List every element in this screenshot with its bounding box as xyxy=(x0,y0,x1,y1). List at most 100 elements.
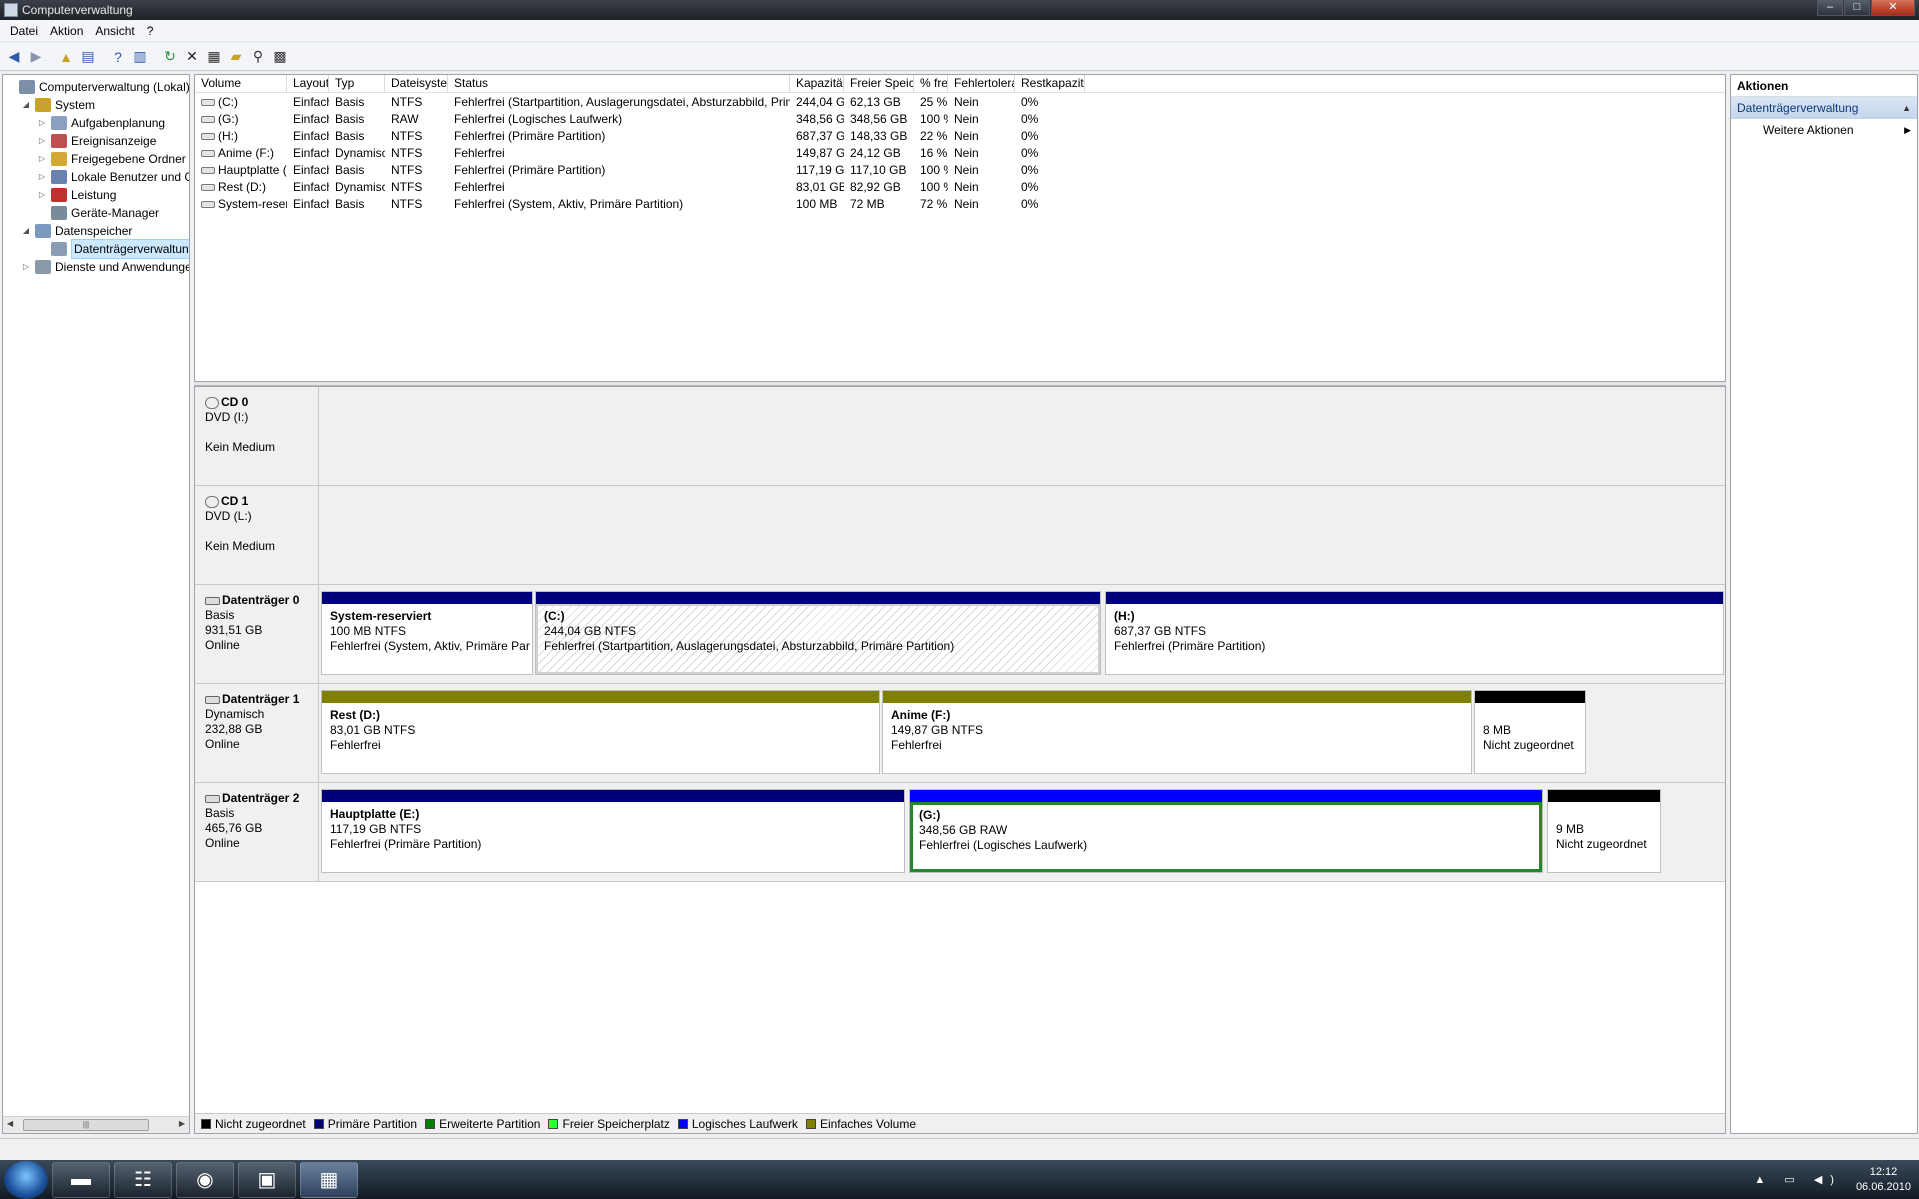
menu-aktion[interactable]: Aktion xyxy=(44,22,89,40)
tree-item[interactable]: ▷ Aufgabenplanung xyxy=(37,114,165,132)
collapsed-arrow-icon[interactable]: ▷ xyxy=(37,150,47,168)
volume-name: Anime (F:) xyxy=(218,146,275,160)
column-header[interactable]: Restkapazität xyxy=(1015,75,1085,92)
cdrom-area[interactable] xyxy=(319,387,1725,486)
hard-disk-icon xyxy=(205,596,220,605)
settings-icon[interactable]: ▩ xyxy=(270,47,290,67)
explorer-icon[interactable]: ▬ xyxy=(52,1161,110,1198)
collapsed-arrow-icon[interactable]: ▷ xyxy=(37,114,47,132)
tree-item[interactable]: ▷ Leistung xyxy=(37,186,116,204)
partition-block[interactable]: Rest (D:) 83,01 GB NTFS Fehlerfrei xyxy=(321,690,880,774)
column-header[interactable]: Kapazität xyxy=(790,75,844,92)
disk-label[interactable]: Datenträger 1 Dynamisch 232,88 GB Online xyxy=(195,684,319,783)
column-header[interactable]: Typ xyxy=(329,75,385,92)
column-header[interactable]: Volume xyxy=(195,75,287,92)
show-hide-action-pane-icon[interactable]: ▥ xyxy=(130,47,150,67)
network-icon[interactable]: ☷ xyxy=(114,1161,172,1198)
collapsed-arrow-icon[interactable]: ▷ xyxy=(21,258,31,276)
partition-block[interactable]: System-reserviert 100 MB NTFS Fehlerfrei (… xyxy=(321,591,533,675)
partition-block[interactable]: 8 MB Nicht zugeordnet xyxy=(1474,690,1586,774)
minimize-button[interactable]: – xyxy=(1817,0,1843,16)
table-row[interactable]: System-reserviert Einfach Basis NTFS Fehlerf… xyxy=(195,196,1725,213)
delete-icon[interactable]: ✕ xyxy=(182,47,202,67)
table-row[interactable]: (H:) Einfach Basis NTFS Fehlerfrei (Primäre … xyxy=(195,128,1725,145)
collapsed-arrow-icon[interactable]: ▷ xyxy=(37,132,47,150)
more-actions-item[interactable]: Weitere Aktionen ▶ xyxy=(1731,119,1917,141)
column-header[interactable]: Status xyxy=(448,75,790,92)
tree-item[interactable]: Computerverwaltung (Lokal) xyxy=(5,78,189,96)
remote-desktop-icon[interactable]: ▣ xyxy=(238,1161,296,1198)
column-header[interactable]: Dateisystem xyxy=(385,75,448,92)
partition-block[interactable]: (C:) 244,04 GB NTFS Fehlerfrei (Startparti… xyxy=(535,591,1101,675)
tree-item[interactable]: ◢ Datenspeicher xyxy=(21,222,132,240)
partition-name: System-reserviert xyxy=(330,609,432,623)
partition-block[interactable]: (G:) 348,56 GB RAW Fehlerfrei (Logisches L… xyxy=(909,789,1543,873)
show-hide-tree-icon[interactable]: ▤ xyxy=(78,47,98,67)
table-cell: Nein xyxy=(954,197,979,211)
back-icon[interactable]: ◀ xyxy=(4,47,24,67)
collapsed-arrow-icon[interactable]: ▷ xyxy=(37,186,47,204)
cdrom-area[interactable] xyxy=(319,486,1725,585)
table-cell: 100 % xyxy=(920,112,948,126)
column-header[interactable]: Freier Speicher xyxy=(844,75,914,92)
actions-section-header[interactable]: Datenträgerverwaltung ▲ xyxy=(1731,97,1917,119)
refresh-icon[interactable]: ↻ xyxy=(160,47,180,67)
expanded-arrow-icon[interactable]: ◢ xyxy=(21,96,31,114)
menu-help[interactable]: ? xyxy=(141,22,160,40)
disk-label[interactable]: Datenträger 0 Basis 931,51 GB Online xyxy=(195,585,319,684)
expanded-arrow-icon[interactable]: ◢ xyxy=(21,222,31,240)
partition-block[interactable]: Hauptplatte (E:) 117,19 GB NTFS Fehlerfrei… xyxy=(321,789,905,873)
shared-folder-icon xyxy=(51,152,67,166)
cdrom-label[interactable]: CD 0 DVD (I:) Kein Medium xyxy=(195,387,319,486)
partition-block[interactable]: 9 MB Nicht zugeordnet xyxy=(1547,789,1661,873)
actions-title: Aktionen xyxy=(1731,75,1917,97)
column-header[interactable]: Layout xyxy=(287,75,329,92)
partition-block[interactable]: Anime (F:) 149,87 GB NTFS Fehlerfrei xyxy=(882,690,1472,774)
scroll-right-icon[interactable]: ▶ xyxy=(179,1119,185,1128)
collapse-up-icon[interactable]: ▲ xyxy=(1902,97,1911,119)
partition-block[interactable]: (H:) 687,37 GB NTFS Fehlerfrei (Primäre Pa… xyxy=(1105,591,1724,675)
start-button[interactable] xyxy=(4,1160,48,1199)
table-row[interactable]: Anime (F:) Einfach Dynamisch NTFS Fehlerfrei… xyxy=(195,145,1725,162)
column-header[interactable]: Fehlertoleranz xyxy=(948,75,1015,92)
tree-item[interactable]: ▷ Lokale Benutzer und Gru xyxy=(37,168,189,186)
menu-datei[interactable]: Datei xyxy=(4,22,44,40)
open-icon[interactable]: ▰ xyxy=(226,47,246,67)
table-row[interactable]: (G:) Einfach Basis RAW Fehlerfrei (Logisches… xyxy=(195,111,1725,128)
collapsed-arrow-icon[interactable]: ▷ xyxy=(37,168,47,186)
disk-label[interactable]: Datenträger 2 Basis 465,76 GB Online xyxy=(195,783,319,882)
table-row[interactable]: Rest (D:) Einfach Dynamisch NTFS Fehlerfrei 8… xyxy=(195,179,1725,196)
menu-ansicht[interactable]: Ansicht xyxy=(89,22,140,40)
clock[interactable]: 12:12 06.06.2010 xyxy=(1856,1165,1911,1195)
scroll-left-icon[interactable]: ◀ xyxy=(7,1119,13,1128)
tree-item[interactable]: Datenträgerverwaltung xyxy=(37,239,189,259)
tray-icons[interactable]: ▲ ▭ ◀) xyxy=(1754,1173,1842,1186)
scroll-thumb[interactable]: ||| xyxy=(23,1119,149,1131)
table-row[interactable]: Hauptplatte (E:) Einfach Basis NTFS Fehlerfr… xyxy=(195,162,1725,179)
help-icon[interactable]: ? xyxy=(108,47,128,67)
table-row[interactable]: (C:) Einfach Basis NTFS Fehlerfrei (Startpar… xyxy=(195,94,1725,111)
properties-icon[interactable]: ▦ xyxy=(204,47,224,67)
tree-item[interactable]: Geräte-Manager xyxy=(37,204,159,222)
firefox-icon[interactable]: ◉ xyxy=(176,1161,234,1198)
tree-horizontal-scrollbar[interactable]: ◀ ||| ▶ xyxy=(3,1116,189,1133)
toolbar: ◀ ▶ ▲ ▤ ? ▥ ↻ ✕ ▦ ▰ ⚲ ▩ xyxy=(0,43,1919,71)
search-icon[interactable]: ⚲ xyxy=(248,47,268,67)
computer-management-icon[interactable]: ▦ xyxy=(300,1161,358,1198)
table-cell: NTFS xyxy=(391,95,423,109)
table-cell: 0% xyxy=(1021,197,1039,211)
maximize-button[interactable]: □ xyxy=(1844,0,1870,16)
up-folder-icon[interactable]: ▲ xyxy=(56,47,76,67)
close-button[interactable]: ✕ xyxy=(1871,0,1915,16)
forward-icon[interactable]: ▶ xyxy=(26,47,46,67)
cdrom-name-text: CD 0 xyxy=(221,395,249,409)
legend-swatch xyxy=(201,1118,211,1129)
table-cell: Basis xyxy=(335,197,365,211)
tree-item[interactable]: ▷ Ereignisanzeige xyxy=(37,132,156,150)
cdrom-label[interactable]: CD 1 DVD (L:) Kein Medium xyxy=(195,486,319,585)
tree-item[interactable]: ▷ Freigegebene Ordner xyxy=(37,150,186,168)
tree-item[interactable]: ◢ System xyxy=(21,96,95,114)
tree-item[interactable]: ▷ Dienste und Anwendungen xyxy=(21,258,189,276)
partition-color-bar xyxy=(883,691,1471,703)
column-header[interactable]: % frei xyxy=(914,75,948,92)
